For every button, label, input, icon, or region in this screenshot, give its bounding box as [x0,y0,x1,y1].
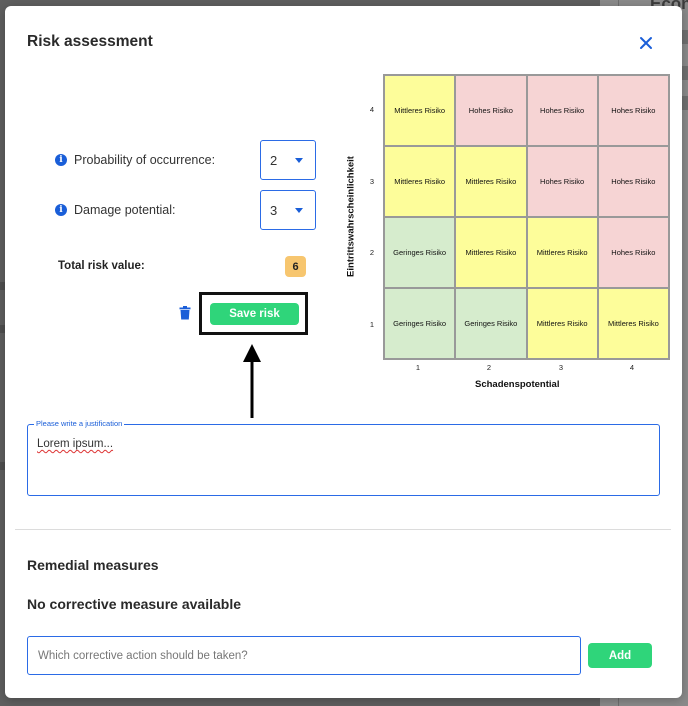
damage-label: Damage potential: [74,203,176,217]
close-icon[interactable] [635,32,657,54]
matrix-cell: Geringes Risiko [455,288,527,359]
matrix-cell: Hohes Risiko [597,217,669,288]
damage-value: 3 [270,202,278,218]
matrix-cell: Hohes Risiko [597,75,669,146]
justification-label: Please write a justification [34,419,125,428]
damage-select[interactable]: 3 [260,190,316,230]
y-tick: 1 [369,320,375,329]
matrix-cell: Geringes Risiko [384,217,456,288]
trash-icon[interactable] [179,306,191,320]
chevron-down-icon [295,208,303,213]
damage-row: i Damage potential: [55,190,175,230]
y-tick: 2 [369,248,375,257]
probability-select[interactable]: 2 [260,140,316,180]
matrix-cell: Hohes Risiko [597,146,669,217]
matrix-cell: Mittleres Risiko [384,75,456,146]
matrix-cell: Mittleres Risiko [597,288,669,359]
matrix-cell: Mittleres Risiko [455,146,527,217]
total-risk-label: Total risk value: [58,260,145,272]
total-risk-badge: 6 [285,256,306,277]
matrix-cell: Mittleres Risiko [455,217,527,288]
matrix-cell: Geringes Risiko [384,288,456,359]
probability-value: 2 [270,152,278,168]
matrix-cell: Hohes Risiko [526,75,598,146]
justification-field[interactable]: Please write a justification Lorem ipsum… [27,419,660,496]
dialog-title: Risk assessment [27,33,153,50]
y-tick: 3 [369,177,375,186]
risk-matrix: Mittleres Risiko Hohes Risiko Hohes Risiko… [383,74,670,360]
save-risk-button[interactable]: Save risk [210,303,299,325]
matrix-cell: Mittleres Risiko [384,146,456,217]
info-icon[interactable]: i [55,204,67,216]
save-highlight-frame: Save risk [199,292,308,335]
x-tick: 2 [486,363,492,372]
empty-state-message: No corrective measure available [27,596,242,612]
probability-row: i Probability of occurrence: [55,140,215,180]
matrix-x-axis-label: Schadenspotential [475,379,560,390]
risk-assessment-dialog: Risk assessment i Probability of occurre… [5,6,682,698]
annotation-arrow [243,344,261,418]
matrix-cell: Mittleres Risiko [526,288,598,359]
chevron-down-icon [295,158,303,163]
section-divider [15,529,671,530]
x-tick: 4 [629,363,635,372]
corrective-action-input[interactable] [27,636,581,675]
y-tick: 4 [369,105,375,114]
matrix-cell: Mittleres Risiko [526,217,598,288]
justification-text[interactable]: Lorem ipsum... [37,438,113,450]
matrix-cell: Hohes Risiko [526,146,598,217]
x-tick: 3 [558,363,564,372]
add-button[interactable]: Add [588,643,652,668]
probability-label: Probability of occurrence: [74,153,216,167]
matrix-cell: Hohes Risiko [455,75,527,146]
info-icon[interactable]: i [55,154,67,166]
matrix-y-axis-label: Eintrittswahrscheinlichkeit [345,156,357,277]
x-tick: 1 [415,363,421,372]
remedial-measures-title: Remedial measures [27,557,159,573]
